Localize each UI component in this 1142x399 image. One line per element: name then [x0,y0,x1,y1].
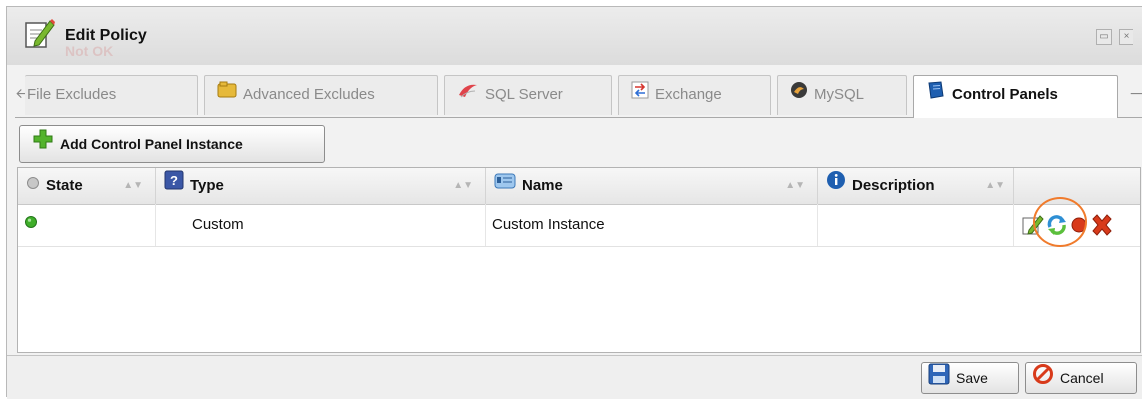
column-header-state[interactable]: State ▲▼ [18,168,156,204]
sql-server-icon [457,76,479,114]
cell-type: Custom [156,204,486,246]
state-dot-icon [26,168,40,204]
column-header-type[interactable]: ? Type ▲▼ [156,168,486,204]
cancel-icon [1032,363,1054,395]
control-panel-icon [926,76,946,114]
tab-sql-server[interactable]: SQL Server [444,75,612,115]
state-active-icon [24,204,38,246]
cancel-label: Cancel [1060,370,1104,386]
tab-advanced-excludes[interactable]: Advanced Excludes [204,75,438,115]
delete-icon[interactable] [1090,212,1112,236]
column-header-actions [1014,168,1140,204]
tab-label: File Excludes [27,86,117,103]
type-question-icon: ? [164,168,184,204]
column-header-description[interactable]: Description ▲▼ [818,168,1014,204]
sort-icon[interactable]: ▲▼ [785,168,805,204]
tab-control-panels[interactable]: Control Panels [913,75,1118,118]
table-row[interactable]: Custom Custom Instance [18,204,1140,247]
highlight-circle [1033,197,1087,247]
edit-document-icon [23,17,55,51]
tab-label: MySQL [814,86,865,103]
sort-icon[interactable]: ▲▼ [453,168,473,204]
svg-text:?: ? [170,173,178,188]
add-button-label: Add Control Panel Instance [60,136,243,152]
cell-state [18,204,156,246]
name-card-icon [494,168,516,204]
tab-mysql[interactable]: MySQL [777,75,907,115]
cell-name: Custom Instance [486,204,818,246]
close-icon[interactable]: × [1119,29,1133,45]
title-bar: Edit Policy Not OK ▭ × [7,7,1142,65]
cancel-button[interactable]: Cancel [1025,362,1137,394]
tab-label: Advanced Excludes [243,86,375,103]
mysql-dolphin-icon [790,76,808,114]
sort-icon[interactable]: ▲▼ [123,168,143,204]
exchange-icon [631,76,649,114]
save-label: Save [956,370,988,386]
add-control-panel-instance-button[interactable]: Add Control Panel Instance [19,125,325,163]
tab-label: SQL Server [485,86,563,103]
column-label: Name [522,177,563,194]
dialog-footer: Save Cancel [7,355,1142,399]
grid-header: State ▲▼ ? Type ▲▼ Name ▲▼ Description ▲… [18,168,1140,205]
tab-file-excludes[interactable]: File Excludes [25,75,198,115]
ghost-status-text: Not OK [65,43,114,59]
column-header-name[interactable]: Name ▲▼ [486,168,818,204]
tab-label: Exchange [655,86,722,103]
tab-label: Control Panels [952,86,1058,103]
minimize-icon[interactable]: ▭ [1096,29,1112,45]
instances-grid: State ▲▼ ? Type ▲▼ Name ▲▼ Description ▲… [17,167,1141,353]
tab-bar: 🡐 File Excludes Advanced Excludes SQL Se… [15,71,1142,118]
tab-exchange[interactable]: Exchange [618,75,771,115]
save-disk-icon [928,363,950,395]
folder-icon [217,76,237,114]
arrow-right-icon[interactable]: 🡒 [1129,85,1142,102]
column-label: Type [190,177,224,194]
info-icon [826,168,846,204]
sort-icon[interactable]: ▲▼ [985,168,1005,204]
edit-policy-window: Edit Policy Not OK ▭ × 🡐 File Excludes A… [6,6,1142,399]
save-button[interactable]: Save [921,362,1019,394]
add-plus-icon [32,127,54,163]
column-label: State [46,177,83,194]
column-label: Description [852,177,935,194]
cell-description [818,204,1014,246]
